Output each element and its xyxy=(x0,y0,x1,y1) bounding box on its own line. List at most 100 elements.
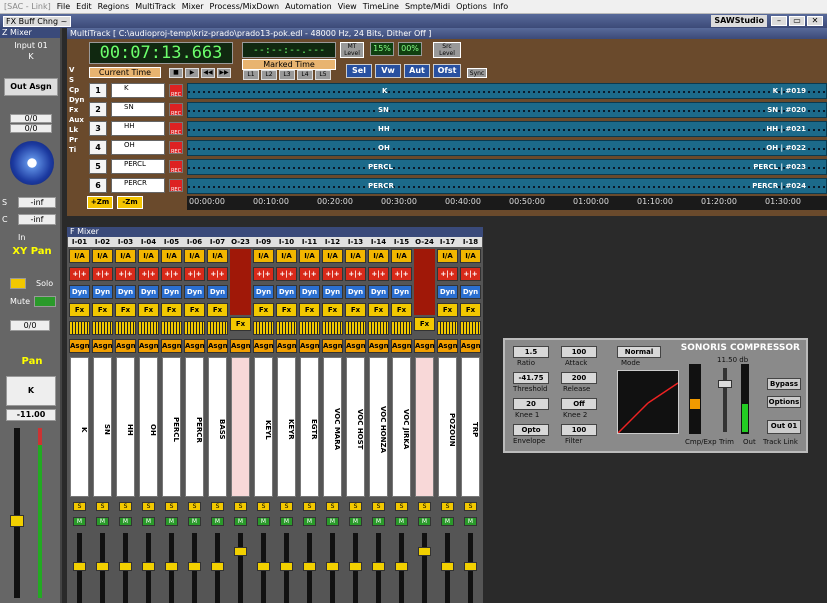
mute-button[interactable]: M xyxy=(119,517,132,526)
side-ti[interactable]: Ti xyxy=(69,146,83,154)
side-lk[interactable]: Lk xyxy=(69,126,83,134)
track-number[interactable]: 6 xyxy=(89,178,107,193)
mt-level-button[interactable]: MT Level xyxy=(340,42,364,58)
track-number[interactable]: 4 xyxy=(89,140,107,155)
track-name-field[interactable]: PERCR xyxy=(111,178,165,193)
fader-cap[interactable] xyxy=(349,562,362,571)
loc-5-button[interactable]: L5 xyxy=(315,70,331,80)
timeline-ruler[interactable]: 00:00:00 00:10:00 00:20:00 00:30:00 00:4… xyxy=(187,196,827,210)
pan-button[interactable]: +|+ xyxy=(345,267,366,281)
side-fx[interactable]: Fx xyxy=(69,106,83,114)
knee2-field[interactable]: Off xyxy=(561,398,597,410)
close-icon[interactable]: ✕ xyxy=(807,16,823,26)
attack-field[interactable]: 100 xyxy=(561,346,597,358)
fx-button[interactable]: Fx xyxy=(437,303,458,317)
solo-button[interactable]: S xyxy=(303,502,316,511)
fx-button[interactable]: Fx xyxy=(138,303,159,317)
minimize-icon[interactable]: – xyxy=(771,16,787,26)
eq-button[interactable] xyxy=(322,321,343,335)
vw-button[interactable]: Vw xyxy=(375,64,401,78)
asgn-button[interactable]: Asgn xyxy=(276,339,297,353)
mute-button[interactable]: M xyxy=(96,517,109,526)
fader-cap[interactable] xyxy=(73,562,86,571)
ia-button[interactable]: I/A xyxy=(115,249,136,263)
eq-button[interactable] xyxy=(437,321,458,335)
ia-button[interactable]: I/A xyxy=(345,249,366,263)
fx-button[interactable]: Fx xyxy=(69,303,90,317)
fx-button[interactable]: Fx xyxy=(92,303,113,317)
mode-field[interactable]: Normal xyxy=(617,346,661,358)
solo-button[interactable]: S xyxy=(142,502,155,511)
menu-multitrack[interactable]: MultiTrack xyxy=(135,2,176,11)
asgn-button[interactable]: Asgn xyxy=(253,339,274,353)
channel-name-field[interactable]: K xyxy=(6,376,56,406)
mute-button[interactable]: M xyxy=(395,517,408,526)
asgn-button[interactable]: Asgn xyxy=(115,339,136,353)
mute-button[interactable]: M xyxy=(142,517,155,526)
fader-cap[interactable] xyxy=(418,547,431,556)
fx-button[interactable]: Fx xyxy=(253,303,274,317)
track-lane[interactable]: K K | #019 xyxy=(187,83,827,99)
eq-button[interactable] xyxy=(368,321,389,335)
out01-button[interactable]: Out 01 xyxy=(767,420,801,434)
mute-button[interactable] xyxy=(34,296,56,307)
mute-button[interactable]: M xyxy=(211,517,224,526)
fader-cap[interactable] xyxy=(372,562,385,571)
track-number[interactable]: 2 xyxy=(89,102,107,117)
fx-button[interactable]: Fx xyxy=(230,317,251,331)
mute-button[interactable]: M xyxy=(326,517,339,526)
fader-cap[interactable] xyxy=(395,562,408,571)
solo-button[interactable]: S xyxy=(418,502,431,511)
zoom-out-button[interactable]: -Zm xyxy=(117,196,143,209)
ratio-field[interactable]: 1.5 xyxy=(513,346,549,358)
mute-button[interactable]: M xyxy=(280,517,293,526)
fx-button[interactable]: Fx xyxy=(345,303,366,317)
track-lane[interactable]: HH HH | #021 xyxy=(187,121,827,137)
envelope-field[interactable]: Opto xyxy=(513,424,549,436)
ia-button[interactable]: I/A xyxy=(299,249,320,263)
mute-button[interactable]: M xyxy=(372,517,385,526)
dyn-button[interactable]: Dyn xyxy=(69,285,90,299)
zoom-in-button[interactable]: +Zm xyxy=(87,196,113,209)
track-name-field[interactable]: HH xyxy=(111,121,165,136)
loc-4-button[interactable]: L4 xyxy=(297,70,313,80)
asgn-button[interactable]: Asgn xyxy=(92,339,113,353)
ia-button[interactable]: I/A xyxy=(368,249,389,263)
track-name-field[interactable]: K xyxy=(111,83,165,98)
fx-buff-change-button[interactable]: FX Buff Chng ~ xyxy=(3,15,71,27)
z-fader-cap[interactable] xyxy=(10,515,24,527)
eq-button[interactable] xyxy=(207,321,228,335)
out-asgn-button[interactable]: Out Asgn xyxy=(4,78,58,96)
dyn-button[interactable]: Dyn xyxy=(276,285,297,299)
dyn-button[interactable]: Dyn xyxy=(184,285,205,299)
options-button[interactable]: Options xyxy=(767,396,801,408)
fx-button[interactable]: Fx xyxy=(276,303,297,317)
rec-button[interactable]: REC xyxy=(169,179,183,193)
dyn-button[interactable]: Dyn xyxy=(299,285,320,299)
dyn-button[interactable]: Dyn xyxy=(368,285,389,299)
eq-button[interactable] xyxy=(161,321,182,335)
solo-button[interactable]: S xyxy=(165,502,178,511)
c-value-field[interactable]: -inf xyxy=(18,214,56,225)
track-number[interactable]: 1 xyxy=(89,83,107,98)
dyn-button[interactable]: Dyn xyxy=(322,285,343,299)
mute-button[interactable]: M xyxy=(165,517,178,526)
menu-automation[interactable]: Automation xyxy=(285,2,332,11)
pan-button[interactable]: +|+ xyxy=(92,267,113,281)
rewind-icon[interactable]: ◀◀ xyxy=(201,68,215,78)
fader-cap[interactable] xyxy=(234,547,247,556)
eq-button[interactable] xyxy=(92,321,113,335)
loc-1-button[interactable]: L1 xyxy=(243,70,259,80)
solo-button[interactable]: S xyxy=(395,502,408,511)
side-v[interactable]: V xyxy=(69,66,83,74)
src-level-button[interactable]: Src Level xyxy=(433,42,461,58)
solo-button[interactable]: S xyxy=(464,502,477,511)
asgn-button[interactable]: Asgn xyxy=(322,339,343,353)
fx-button[interactable]: Fx xyxy=(391,303,412,317)
rec-button[interactable]: REC xyxy=(169,103,183,117)
fader-cap[interactable] xyxy=(188,562,201,571)
sel-button[interactable]: Sel xyxy=(346,64,372,78)
ia-button[interactable]: I/A xyxy=(138,249,159,263)
solo-button[interactable]: S xyxy=(96,502,109,511)
menu-mixer[interactable]: Mixer xyxy=(182,2,204,11)
